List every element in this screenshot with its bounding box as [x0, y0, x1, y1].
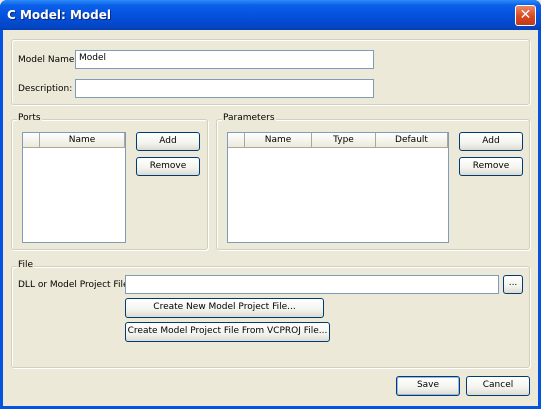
parameters-column-selector[interactable]	[228, 133, 245, 148]
ports-list[interactable]: Name	[22, 132, 126, 243]
file-group: File DLL or Model Project File: ... Crea…	[11, 260, 530, 368]
ports-add-button[interactable]: Add	[136, 132, 200, 151]
window-title: C Model: Model	[7, 8, 112, 22]
ports-group: Ports Name Add Remove	[11, 113, 208, 250]
file-path-label: DLL or Model Project File:	[18, 280, 132, 290]
create-new-project-button[interactable]: Create New Model Project File...	[125, 298, 324, 318]
parameters-add-button[interactable]: Add	[459, 132, 523, 151]
file-group-title: File	[17, 260, 35, 270]
close-icon: ✕	[519, 7, 532, 23]
ports-remove-button[interactable]: Remove	[136, 157, 200, 176]
model-dialog-window: C Model: Model ✕ Model Name: Model Descr…	[0, 0, 541, 409]
parameters-remove-button[interactable]: Remove	[459, 157, 523, 176]
ports-column-selector[interactable]	[23, 133, 40, 148]
parameters-group-title: Parameters	[222, 113, 276, 123]
model-name-label: Model Name:	[18, 55, 78, 65]
ports-group-title: Ports	[17, 113, 42, 123]
parameters-list[interactable]: Name Type Default	[227, 132, 449, 243]
description-label: Description:	[18, 84, 73, 94]
model-name-field[interactable]: Model	[75, 50, 374, 69]
close-button[interactable]: ✕	[515, 5, 536, 26]
title-bar[interactable]: C Model: Model ✕	[0, 0, 541, 30]
ports-column-name[interactable]: Name	[40, 133, 125, 148]
save-button[interactable]: Save	[396, 376, 460, 396]
file-path-field[interactable]	[125, 275, 499, 294]
parameters-group: Parameters Name Type Default Add Remove	[216, 113, 530, 250]
dialog-body: Model Name: Model Description: Ports Nam…	[3, 30, 538, 406]
cancel-button[interactable]: Cancel	[466, 376, 530, 396]
browse-button[interactable]: ...	[503, 275, 523, 294]
parameters-column-name[interactable]: Name	[245, 133, 312, 148]
parameters-column-default[interactable]: Default	[376, 133, 448, 148]
parameters-column-type[interactable]: Type	[312, 133, 376, 148]
model-info-group: Model Name: Model Description:	[11, 39, 530, 105]
description-field[interactable]	[75, 79, 374, 98]
create-from-vcproj-button[interactable]: Create Model Project File From VCPROJ Fi…	[125, 322, 330, 342]
